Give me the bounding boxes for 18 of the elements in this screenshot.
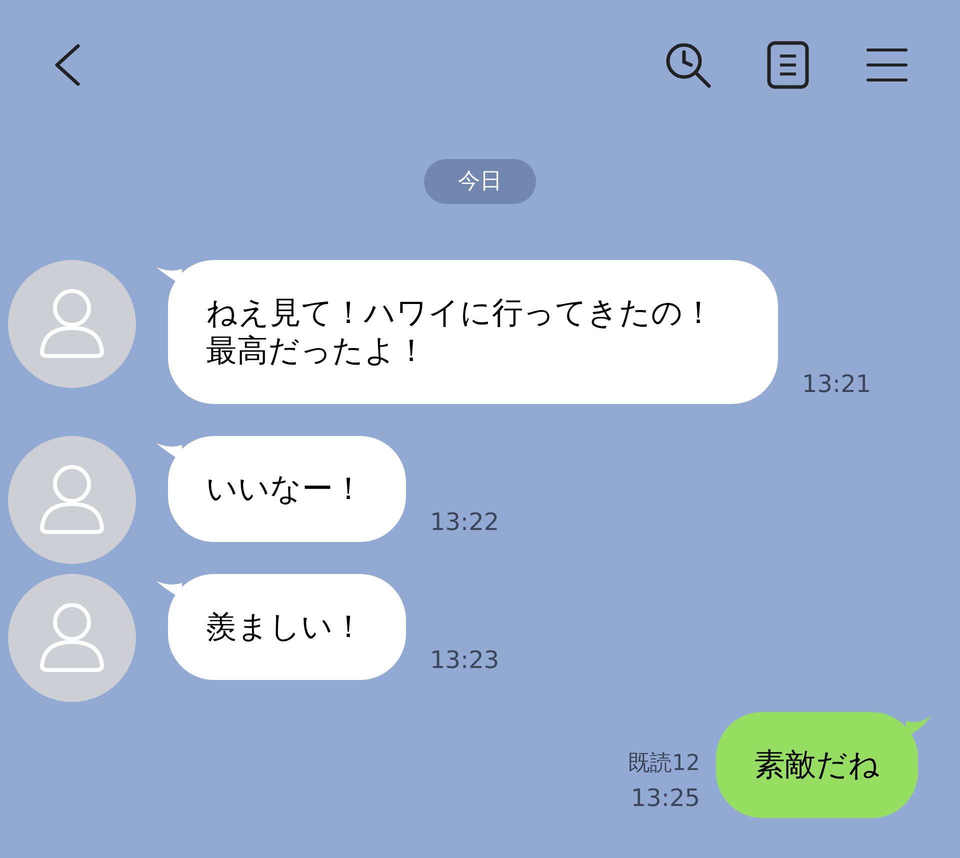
message-time: 13:22: [430, 507, 500, 538]
message-time: 13:21: [802, 369, 872, 400]
read-receipt: 既読12: [628, 750, 700, 778]
message-time: 13:25: [630, 783, 700, 814]
avatar-icon: [8, 260, 136, 388]
bubble-tail: [906, 715, 932, 737]
message-bubble: 素敵だね: [716, 712, 918, 818]
message-time: 13:23: [430, 645, 500, 676]
message-bubble: 羨ましい！: [168, 574, 406, 680]
avatar-icon: [8, 574, 136, 702]
menu-icon[interactable]: [866, 47, 908, 83]
back-icon[interactable]: [52, 43, 82, 87]
avatar-icon: [8, 436, 136, 564]
message-bubble: いいなー！: [168, 436, 406, 542]
date-label: 今日: [424, 159, 536, 204]
notes-icon[interactable]: [766, 40, 810, 90]
search-icon[interactable]: [664, 41, 712, 89]
message-bubble: ねえ見て！ハワイに行ってきたの！最高だったよ！: [168, 260, 778, 404]
